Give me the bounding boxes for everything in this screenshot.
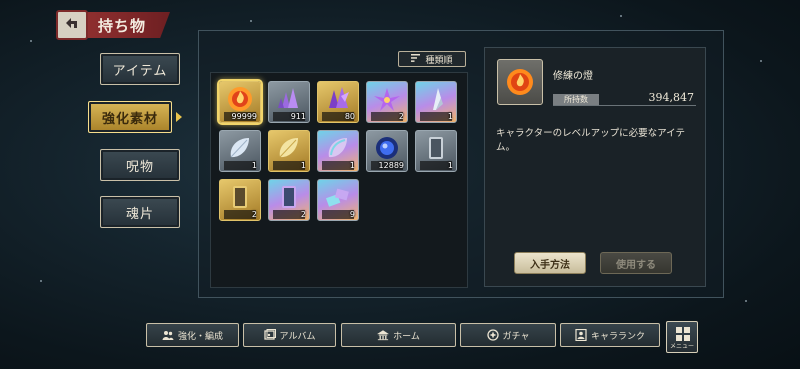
grid-icon <box>676 327 690 341</box>
item-count: 1 <box>349 161 355 170</box>
inventory-item[interactable]: 2 <box>219 179 261 221</box>
obtain-method-button[interactable]: 入手方法 <box>514 252 586 274</box>
back-arrow-icon <box>63 15 81 35</box>
purple-crystal-burst-icon <box>371 86 403 112</box>
inventory-item[interactable]: 80 <box>317 81 359 123</box>
purple-crystal-small-icon <box>273 86 305 112</box>
sort-button[interactable]: 種類順 <box>398 51 466 67</box>
item-count: 911 <box>290 112 306 121</box>
item-count: 12889 <box>378 161 404 170</box>
rainbow-leaf-icon <box>322 135 354 161</box>
white-shard-icon <box>420 86 452 112</box>
inventory-item[interactable]: 12889 <box>366 130 408 172</box>
rank-icon <box>575 329 587 341</box>
held-count-label: 所持数 <box>553 94 599 105</box>
nav-label: 強化・編成 <box>177 331 223 342</box>
tab-curses[interactable]: 呪物 <box>100 149 180 181</box>
rainbow-tablets-icon <box>322 184 354 210</box>
inventory-item[interactable]: 1 <box>219 130 261 172</box>
held-count-row: 所持数 394,847 <box>553 91 696 106</box>
sort-label: 種類順 <box>425 55 453 66</box>
nav-character-rank[interactable]: キャラランク <box>560 323 660 347</box>
active-tab-arrow-icon <box>176 112 182 122</box>
detail-item-name: 修練の燈 <box>553 71 593 82</box>
item-count: 9 <box>349 210 355 219</box>
detail-item-icon <box>497 59 543 105</box>
nav-enhance-party[interactable]: 強化・編成 <box>146 323 239 347</box>
inventory-item[interactable]: 911 <box>268 81 310 123</box>
inventory-item[interactable]: 99999 <box>219 81 261 123</box>
item-count: 1 <box>447 161 453 170</box>
tab-soul-fragments[interactable]: 魂片 <box>100 196 180 228</box>
white-leaf-icon <box>224 135 256 161</box>
back-button[interactable] <box>56 10 88 40</box>
party-icon <box>162 329 174 341</box>
gold-mirror-icon <box>224 184 256 210</box>
star <box>760 60 762 62</box>
gold-leaf-icon <box>273 135 305 161</box>
detail-description: キャラクターのレベルアップに必要なアイテム。 <box>496 128 685 153</box>
nav-album[interactable]: アルバム <box>243 323 336 347</box>
inventory-item[interactable]: 2 <box>268 179 310 221</box>
sort-icon <box>411 53 421 65</box>
flame-orb-icon <box>224 86 256 112</box>
star <box>250 20 252 22</box>
item-count: 2 <box>398 112 404 121</box>
item-count: 2 <box>300 210 306 219</box>
star <box>745 300 747 302</box>
blue-orb-icon <box>371 135 403 161</box>
inventory-item[interactable]: 1 <box>317 130 359 172</box>
tab-enhance-materials[interactable]: 強化素材 <box>88 101 172 133</box>
star <box>40 280 42 282</box>
nav-label: キャラランク <box>590 331 645 342</box>
gacha-icon <box>486 329 499 341</box>
inventory-item[interactable]: 2 <box>366 81 408 123</box>
nav-gacha[interactable]: ガチャ <box>460 323 556 347</box>
star <box>620 15 622 17</box>
inventory-item[interactable]: 9 <box>317 179 359 221</box>
silver-mirror-icon <box>420 135 452 161</box>
rainbow-mirror-icon <box>273 184 305 210</box>
item-count: 80 <box>344 112 355 121</box>
held-count-value: 394,847 <box>648 91 695 104</box>
tab-items[interactable]: アイテム <box>100 53 180 85</box>
item-count: 1 <box>251 161 257 170</box>
item-count: 1 <box>300 161 306 170</box>
page-title: 持ち物 <box>88 12 170 38</box>
album-icon <box>263 329 276 341</box>
inventory-item[interactable]: 1 <box>415 81 457 123</box>
nav-home[interactable]: ホーム <box>341 323 456 347</box>
use-button[interactable]: 使用する <box>600 252 672 274</box>
item-count: 99999 <box>231 112 257 121</box>
item-count: 2 <box>251 210 257 219</box>
home-icon <box>377 329 390 341</box>
nav-label: ガチャ <box>502 331 530 342</box>
inventory-item[interactable]: 1 <box>268 130 310 172</box>
item-count: 1 <box>447 112 453 121</box>
purple-crystal-gold-icon <box>322 86 354 112</box>
inventory-item[interactable]: 1 <box>415 130 457 172</box>
menu-button[interactable]: メニュー <box>666 321 698 353</box>
star <box>30 40 32 42</box>
nav-label: ホーム <box>393 331 420 342</box>
menu-label: メニュー <box>669 343 694 350</box>
nav-label: アルバム <box>279 331 316 342</box>
